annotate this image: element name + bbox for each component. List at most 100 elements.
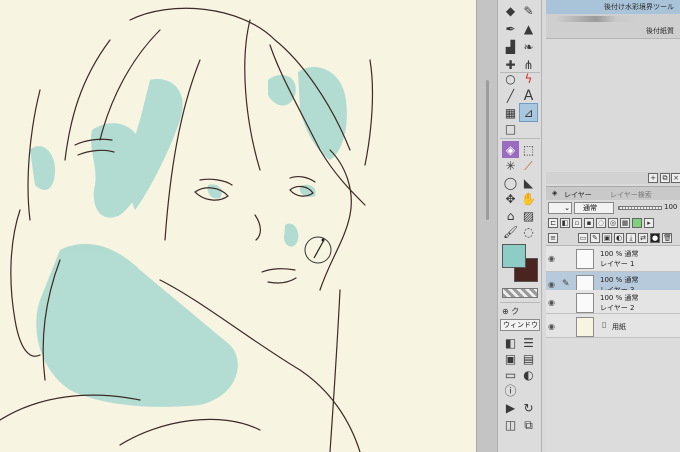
active-tool-icon[interactable]: ⊿ — [519, 103, 538, 122]
white-box-icon[interactable]: □ — [502, 120, 519, 137]
visibility-eye-icon[interactable]: ◉ — [548, 254, 555, 263]
history-icon[interactable]: ↻ — [520, 399, 537, 416]
blend-mode-select[interactable]: 通常 — [574, 202, 614, 214]
layer-row[interactable]: ◉ 100 % 通常 レイヤー 2 — [546, 290, 680, 314]
sub-view-icon[interactable]: ▭ — [502, 366, 519, 383]
delete-brush-icon[interactable]: × — [671, 173, 680, 183]
tab-layers[interactable]: レイヤー — [564, 190, 592, 200]
visibility-eye-icon[interactable]: ◉ — [548, 298, 555, 307]
layer-lock-box[interactable] — [562, 253, 572, 263]
text-tool-glyph: A — [523, 87, 534, 104]
timeline-icon[interactable]: ▶ — [502, 399, 519, 416]
line-icon[interactable]: ╱ — [502, 87, 519, 104]
save-icon[interactable]: ▣ — [502, 350, 519, 367]
new-vector-icon[interactable]: ✎ — [590, 233, 600, 243]
delete-mask-icon[interactable]: ● — [650, 233, 660, 243]
layer-blend-info: 100 % 通常 — [600, 250, 639, 258]
visibility-eye-icon[interactable]: ◉ — [548, 280, 555, 289]
new-brush-icon[interactable]: + — [648, 173, 658, 183]
divider-grip[interactable] — [486, 80, 489, 220]
smudge-icon[interactable]: ◌ — [520, 223, 537, 240]
blend-mode-value: 通常 — [583, 204, 597, 212]
panel-divider[interactable] — [476, 0, 498, 452]
more-icon[interactable]: ▸ — [644, 218, 654, 228]
brush-stroke-preview — [556, 16, 636, 22]
main-color-swatch[interactable] — [502, 244, 526, 268]
correction-line-icon[interactable]: ϟ — [520, 70, 537, 87]
water-drop-icon[interactable]: ❧ — [520, 38, 537, 55]
pen-icon[interactable]: ✒ — [502, 20, 519, 37]
clip-icon[interactable]: ⊏ — [548, 218, 558, 228]
book-icon[interactable]: ◫ — [502, 416, 519, 433]
material-icon[interactable]: ▤ — [520, 350, 537, 367]
text-tool-icon[interactable]: A — [520, 87, 537, 104]
layer-blend-info: 100 % 通常 — [600, 276, 639, 284]
transparent-color-swatch[interactable] — [502, 288, 538, 298]
layer-row[interactable]: ◉ 100 % 通常 レイヤー 1 — [546, 246, 680, 272]
magic-wand-icon[interactable]: ✳ — [502, 157, 519, 174]
paper-thumbnail — [576, 317, 594, 337]
paper-icon: ▯ — [602, 320, 607, 329]
eyedropper-icon[interactable]: ⟋ — [520, 157, 537, 174]
rect-select-icon[interactable]: ⬚ — [520, 141, 537, 158]
tool-palette: ◆ ✎ ✒ ▲ ▟ ❧ ✚ ⋔ ○ ϟ ╱ A ▦ ⊿ □ ◈ ⬚ ✳ ⟋ ◯ … — [498, 0, 542, 452]
window-select-label: ウィンドウ — [503, 321, 538, 329]
brush-list: 後付け水彩境界ツール 後付紙質 — [546, 0, 680, 39]
new-raster-icon[interactable]: ▭ — [578, 233, 588, 243]
ink-bottle-icon[interactable]: ▟ — [502, 38, 519, 55]
fill-icon[interactable]: ▲ — [520, 20, 537, 37]
brush-icon[interactable]: 🖌 — [502, 223, 519, 240]
layer-color-select[interactable]: ⌄ — [548, 202, 572, 214]
mask-icon[interactable]: ◎ — [608, 218, 618, 228]
tab-layer-search[interactable]: レイヤー検索 — [610, 190, 652, 200]
watercolor-wash — [30, 66, 347, 407]
new-folder-icon[interactable]: ▣ — [602, 233, 612, 243]
window-select[interactable]: ウィンドウ — [500, 319, 540, 331]
navigator-zoom-icon[interactable]: ⊕ ク — [502, 306, 519, 317]
layer-panel-menu-icon[interactable]: ≡ — [548, 233, 558, 243]
layer-blend-row: ⌄ 通常 100 — [546, 201, 680, 215]
duplicate-brush-icon[interactable]: ⧉ — [660, 173, 670, 183]
list-icon[interactable]: ☰ — [520, 334, 537, 351]
lock-icon[interactable]: ▫ — [572, 218, 582, 228]
info-icon[interactable]: ⓘ — [502, 382, 519, 399]
mask-add-icon[interactable]: ◐ — [614, 233, 624, 243]
layer-row[interactable]: ◉ ▯ 用紙 — [546, 314, 680, 338]
layer-property-icon[interactable]: ◧ — [502, 334, 519, 351]
lock-alpha-icon[interactable]: ▪ — [584, 218, 594, 228]
merge-icon[interactable]: ⤓ — [626, 233, 636, 243]
draft-icon[interactable]: ◌ — [596, 218, 606, 228]
reference-icon[interactable]: ◧ — [560, 218, 570, 228]
mesh-select-icon[interactable]: ◈ — [502, 141, 519, 158]
home-icon[interactable]: ⌂ — [502, 207, 519, 224]
visibility-eye-icon[interactable]: ◉ — [548, 322, 555, 331]
marker-icon[interactable]: ✎ — [520, 2, 537, 19]
gradient-icon[interactable]: ▦ — [502, 104, 519, 121]
eraser-icon[interactable]: ◆ — [502, 2, 519, 19]
move-icon[interactable]: ✥ — [502, 190, 519, 207]
layer-lock-box[interactable] — [562, 321, 572, 331]
ellipse-icon[interactable]: ○ — [502, 70, 519, 87]
brush-item[interactable]: 後付紙質 — [546, 24, 680, 38]
layer-color-swatch[interactable] — [632, 218, 642, 228]
ruler-icon[interactable]: ◣ — [520, 174, 537, 191]
palette-color-icon[interactable]: ▦ — [620, 218, 630, 228]
brush-cursor — [304, 236, 332, 264]
layer-name: 用紙 — [612, 323, 626, 331]
layers-tab-icon[interactable]: ◈ — [552, 189, 557, 197]
layer-lock-box[interactable] — [562, 297, 572, 307]
layer-thumbnail — [576, 249, 594, 269]
lasso-icon[interactable]: ◯ — [502, 174, 519, 191]
transfer-icon[interactable]: ⇄ — [638, 233, 648, 243]
pages-icon[interactable]: ⧉ — [520, 416, 537, 433]
pen-edit-icon: ✎ — [562, 279, 570, 289]
tone-icon[interactable]: ◐ — [520, 366, 537, 383]
blend-icon[interactable]: ▨ — [520, 207, 537, 224]
delete-layer-icon[interactable]: 🗑 — [662, 233, 672, 243]
navigator-label: ク — [511, 307, 520, 316]
drawing-canvas[interactable] — [0, 0, 476, 452]
opacity-slider[interactable] — [618, 206, 662, 210]
hand-icon[interactable]: ✋ — [520, 190, 537, 207]
brush-item-label: 後付紙質 — [646, 27, 674, 35]
brush-item-selected[interactable]: 後付け水彩境界ツール — [546, 0, 680, 14]
